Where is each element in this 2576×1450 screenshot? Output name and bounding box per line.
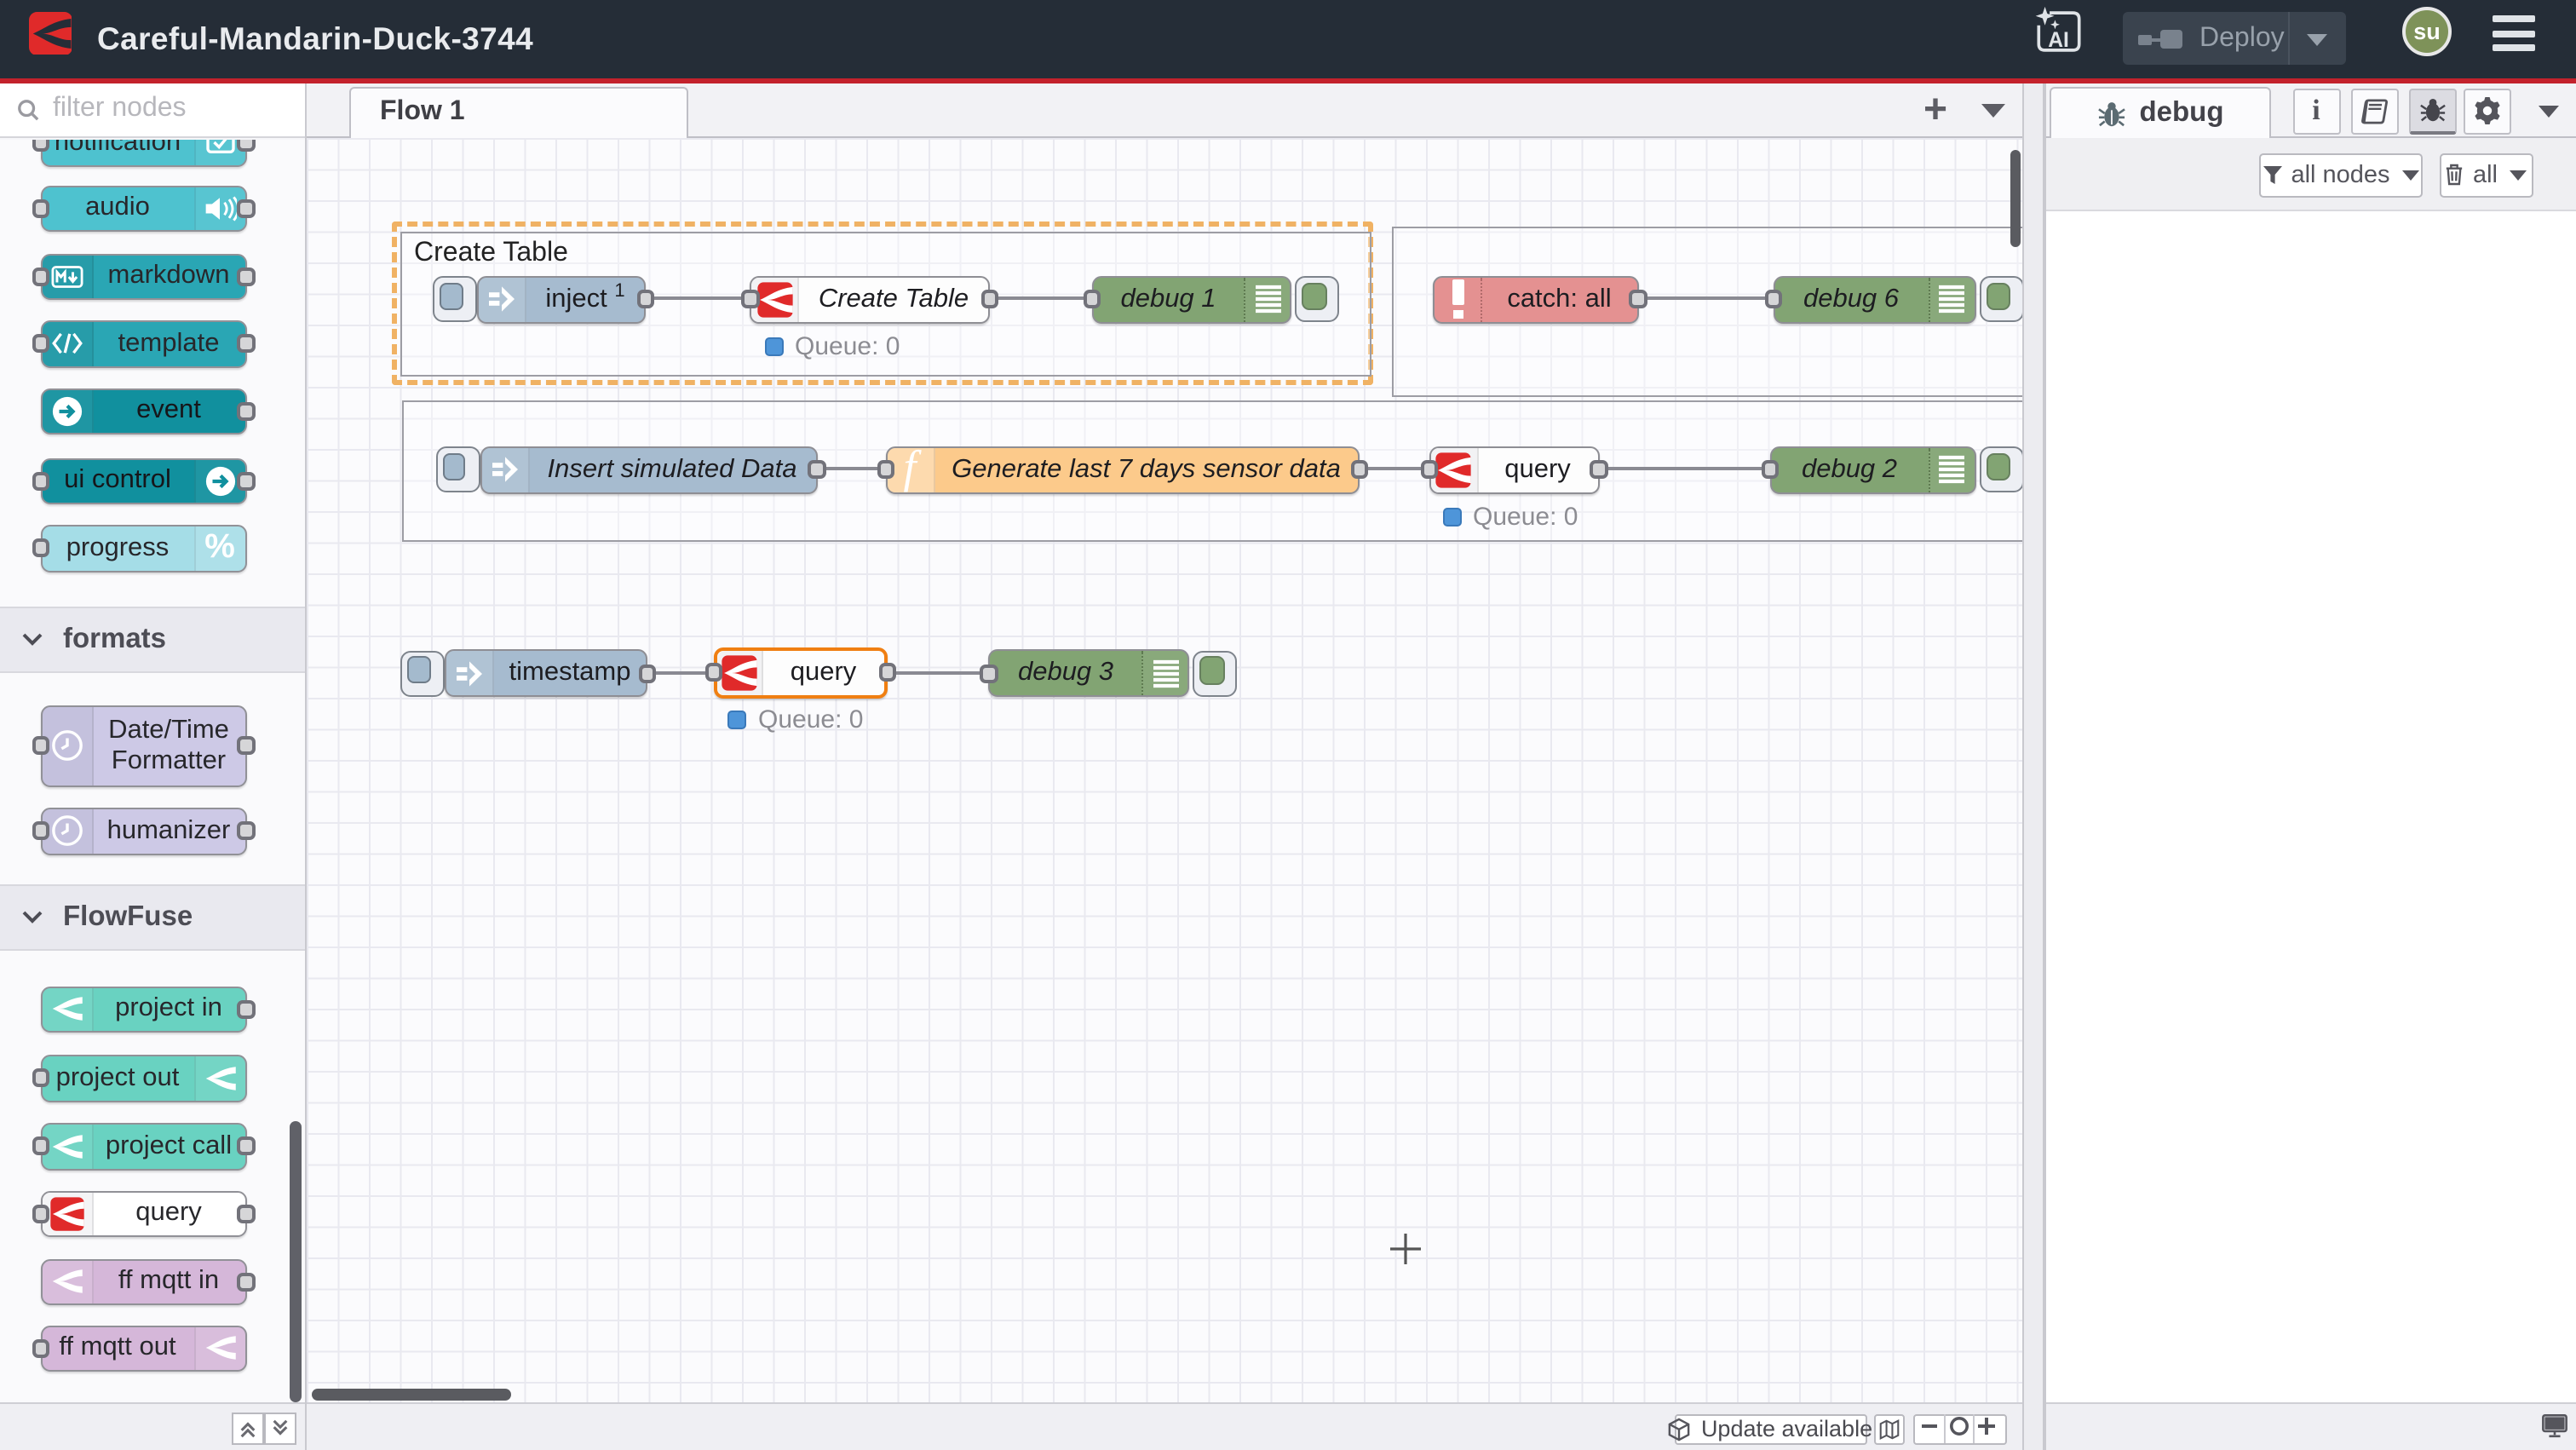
svg-text:AI: AI xyxy=(2048,29,2069,52)
